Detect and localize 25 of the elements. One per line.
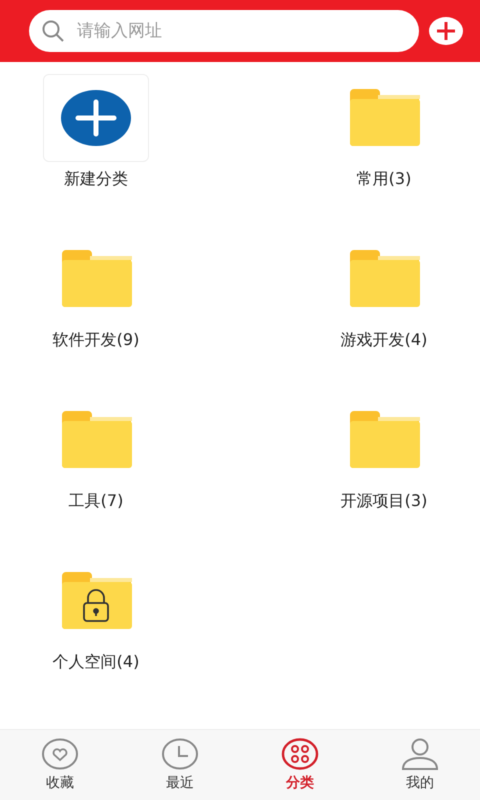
category-label: 工具(7) <box>68 491 124 512</box>
nav-tab[interactable]: 我的 <box>360 730 480 800</box>
category-label: 软件开发(9) <box>52 330 140 351</box>
clock-icon <box>161 738 199 770</box>
nav-tab[interactable]: 分类 <box>240 730 360 800</box>
new-category-button[interactable] <box>43 74 149 162</box>
nav-tab[interactable]: 最近 <box>120 730 240 800</box>
plus-icon <box>61 90 131 146</box>
folder-icon[interactable] <box>348 409 420 469</box>
dots-icon <box>281 738 319 770</box>
category-label: 游戏开发(4) <box>340 330 428 351</box>
plus-icon <box>434 19 458 43</box>
nav-tab[interactable]: 收藏 <box>0 730 120 800</box>
category-label: 个人空间(4) <box>52 652 140 673</box>
locked-folder-icon[interactable] <box>60 570 132 630</box>
folder-icon[interactable] <box>60 409 132 469</box>
folder-icon[interactable] <box>60 248 132 308</box>
search-field[interactable]: 请输入网址 <box>29 10 419 52</box>
person-icon <box>401 738 439 770</box>
category-label: 开源项目(3) <box>340 491 428 512</box>
folder-icon[interactable] <box>348 248 420 308</box>
add-button[interactable] <box>429 17 463 45</box>
folder-icon[interactable] <box>348 87 420 147</box>
category-label: 新建分类 <box>64 169 128 190</box>
category-label: 常用(3) <box>356 169 412 190</box>
